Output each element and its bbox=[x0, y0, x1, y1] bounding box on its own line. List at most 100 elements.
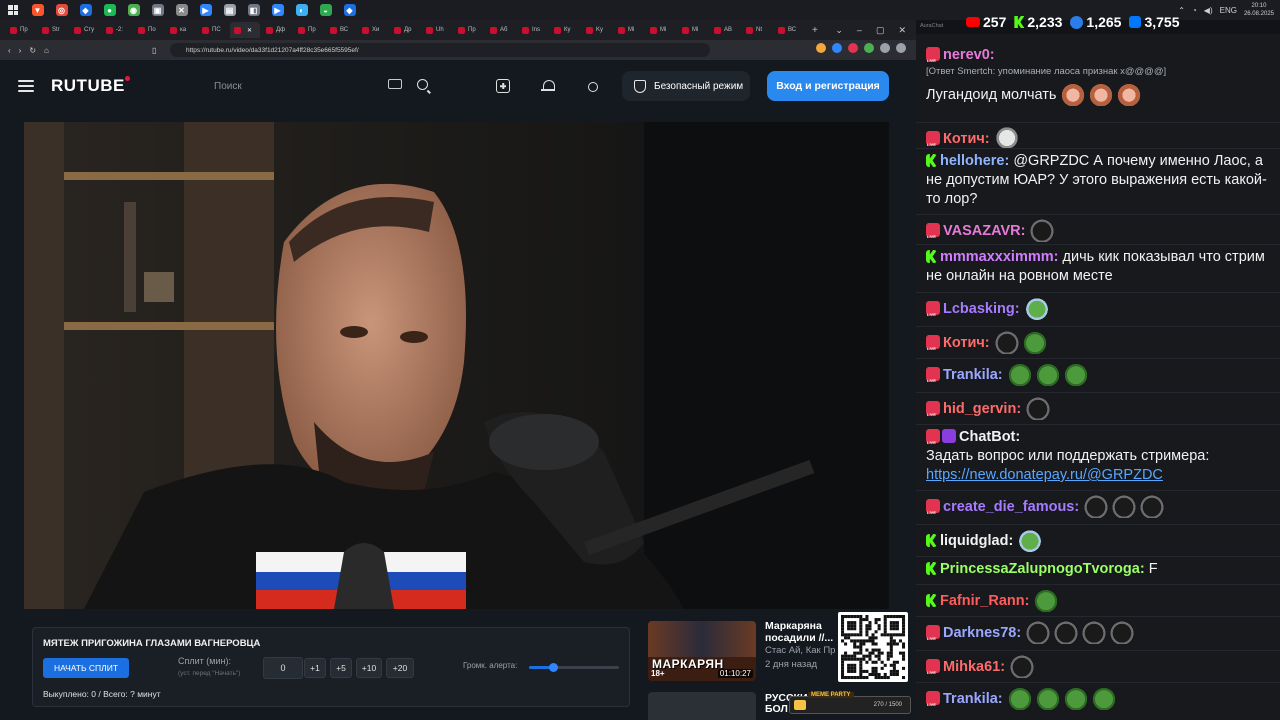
start-split-button[interactable]: НАЧАТЬ СПЛИТ bbox=[43, 658, 129, 678]
chat-username[interactable]: Darknes78: bbox=[943, 625, 1021, 641]
chat-username[interactable]: Mihka61: bbox=[943, 659, 1005, 675]
chat-username[interactable]: ChatBot: bbox=[959, 429, 1020, 445]
chat-username[interactable]: Fafnir_Rann: bbox=[940, 593, 1029, 609]
browser-tab[interactable]: По bbox=[134, 22, 164, 38]
browser-tab[interactable]: ВС bbox=[774, 22, 804, 38]
reload-icon[interactable]: ↻ bbox=[29, 46, 36, 55]
split-minutes-input[interactable]: 0 bbox=[263, 657, 303, 679]
browser-tab[interactable]: ка bbox=[166, 22, 196, 38]
extension-icon[interactable] bbox=[880, 43, 890, 53]
taskbar-app-icon[interactable]: ◎ bbox=[52, 2, 71, 18]
maximize-icon[interactable]: ▢ bbox=[876, 25, 885, 36]
chat-username[interactable]: PrincessaZalupnogoTvoroga: bbox=[940, 561, 1145, 577]
search-icon[interactable] bbox=[417, 79, 428, 90]
browser-tab[interactable]: Мі bbox=[678, 22, 708, 38]
taskbar-app-icon[interactable]: ▤ bbox=[220, 2, 239, 18]
chat-username[interactable]: mmmaxxximmm: bbox=[940, 249, 1058, 265]
browser-tab[interactable]: Uh bbox=[422, 22, 452, 38]
browser-tab[interactable]: Ку bbox=[550, 22, 580, 38]
language-indicator[interactable]: ENG bbox=[1220, 6, 1237, 15]
bell-icon[interactable] bbox=[541, 79, 555, 93]
chat-username[interactable]: Lcbasking: bbox=[943, 301, 1020, 317]
browser-tab[interactable]: Str bbox=[38, 22, 68, 38]
browser-tab[interactable]: Сту bbox=[70, 22, 100, 38]
start-button[interactable] bbox=[0, 0, 26, 20]
recommended-thumbnail[interactable]: МАРКАРЯН 18+ 01:10:27 bbox=[648, 621, 756, 681]
login-button[interactable]: Вход и регистрация bbox=[767, 71, 889, 101]
chat-link[interactable]: https://new.donatepay.ru/@GRPZDC bbox=[926, 467, 1163, 483]
chat-username[interactable]: create_die_famous: bbox=[943, 499, 1079, 515]
clock[interactable]: 20:10 26.08.2025 bbox=[1244, 2, 1274, 18]
home-icon[interactable]: ⌂ bbox=[44, 46, 49, 55]
browser-tab[interactable]: Мі bbox=[646, 22, 676, 38]
menu-icon[interactable] bbox=[18, 80, 34, 92]
taskbar-app-icon[interactable]: ▶ bbox=[196, 2, 215, 18]
extension-icon[interactable] bbox=[848, 43, 858, 53]
taskbar-app-icon[interactable]: ◧ bbox=[244, 2, 263, 18]
browser-tab[interactable]: -2: bbox=[102, 22, 132, 38]
browser-tab[interactable]: АВ bbox=[710, 22, 740, 38]
browser-tab[interactable]: ✕ bbox=[230, 22, 260, 38]
slider-handle[interactable] bbox=[549, 663, 559, 672]
taskbar-app-icon[interactable]: ◒ bbox=[316, 2, 335, 18]
extension-icon[interactable] bbox=[816, 43, 826, 53]
menu-icon[interactable] bbox=[896, 43, 906, 53]
taskbar-app-icon[interactable]: ✕ bbox=[172, 2, 191, 18]
video-player[interactable] bbox=[24, 122, 889, 609]
browser-tab[interactable]: Ins bbox=[518, 22, 548, 38]
tab-close-icon[interactable]: ✕ bbox=[247, 27, 252, 34]
taskbar-app-icon[interactable]: ● bbox=[100, 2, 119, 18]
browser-tab[interactable]: Аб bbox=[486, 22, 516, 38]
browser-tab[interactable]: Мі bbox=[614, 22, 644, 38]
chat-username[interactable]: Trankila: bbox=[943, 367, 1003, 383]
keyboard-icon[interactable] bbox=[388, 79, 402, 89]
browser-tab[interactable]: Пр bbox=[294, 22, 324, 38]
chat-username[interactable]: nerev0: bbox=[943, 47, 995, 63]
browser-tab[interactable]: Др bbox=[390, 22, 420, 38]
taskbar-app-icon[interactable]: ▣ bbox=[148, 2, 167, 18]
search-input[interactable]: Поиск bbox=[202, 73, 442, 99]
extension-icon[interactable] bbox=[864, 43, 874, 53]
recommended-thumbnail[interactable] bbox=[648, 692, 756, 720]
taskbar-app-icon[interactable]: ▼ bbox=[28, 2, 47, 18]
chat-username[interactable]: VASAZAVR: bbox=[943, 223, 1025, 239]
taskbar-app-icon[interactable]: ◆ bbox=[340, 2, 359, 18]
browser-tab[interactable]: Пр bbox=[454, 22, 484, 38]
browser-tab[interactable]: ВС bbox=[326, 22, 356, 38]
rutube-logo[interactable]: RUTUBE bbox=[51, 76, 130, 96]
recommended-title[interactable]: Маркаряна посадили //... bbox=[765, 620, 837, 644]
add-20-button[interactable]: +20 bbox=[386, 658, 414, 678]
bookmark-icon[interactable]: ▯ bbox=[152, 46, 156, 55]
minimize-icon[interactable]: – bbox=[857, 25, 862, 35]
taskbar-app-icon[interactable]: ◆ bbox=[76, 2, 95, 18]
chat-username[interactable]: Trankila: bbox=[943, 691, 1003, 707]
chat-username[interactable]: Котич: bbox=[943, 335, 990, 351]
safe-mode-button[interactable]: Безопасный режим bbox=[622, 71, 750, 101]
close-window-icon[interactable]: ✕ bbox=[898, 25, 906, 36]
browser-tab[interactable]: Пр bbox=[6, 22, 36, 38]
add-10-button[interactable]: +10 bbox=[356, 658, 382, 678]
recommended-channel[interactable]: Стас Ай, Как Пр bbox=[765, 645, 839, 656]
back-icon[interactable]: ‹ bbox=[8, 46, 11, 55]
taskbar-app-icon[interactable]: ▶ bbox=[268, 2, 287, 18]
url-field[interactable]: https://rutube.ru/video/da33f1d21207a4ff… bbox=[170, 43, 710, 57]
taskbar-app-icon[interactable]: ◐ bbox=[292, 2, 311, 18]
browser-tab[interactable]: Nt bbox=[742, 22, 772, 38]
extension-icon[interactable] bbox=[832, 43, 842, 53]
browser-tab[interactable]: ПС bbox=[198, 22, 228, 38]
chat-username[interactable]: Котич: bbox=[943, 131, 990, 147]
browser-tab[interactable]: Дф bbox=[262, 22, 292, 38]
taskbar-app-icon[interactable]: ◉ bbox=[124, 2, 143, 18]
alert-volume-slider[interactable] bbox=[529, 663, 619, 672]
chat-username[interactable]: hellohere: bbox=[940, 153, 1009, 169]
volume-icon[interactable]: ◀) bbox=[1204, 6, 1213, 15]
forward-icon[interactable]: › bbox=[19, 46, 22, 55]
chat-username[interactable]: liquidglad: bbox=[940, 533, 1013, 549]
new-tab-icon[interactable]: + bbox=[812, 25, 818, 36]
add-1-button[interactable]: +1 bbox=[304, 658, 326, 678]
browser-tab[interactable]: Хи bbox=[358, 22, 388, 38]
browser-tab[interactable]: Kу bbox=[582, 22, 612, 38]
theme-toggle-icon[interactable] bbox=[585, 79, 599, 93]
tab-search-icon[interactable]: ⌄ bbox=[835, 25, 843, 36]
add-5-button[interactable]: +5 bbox=[330, 658, 352, 678]
